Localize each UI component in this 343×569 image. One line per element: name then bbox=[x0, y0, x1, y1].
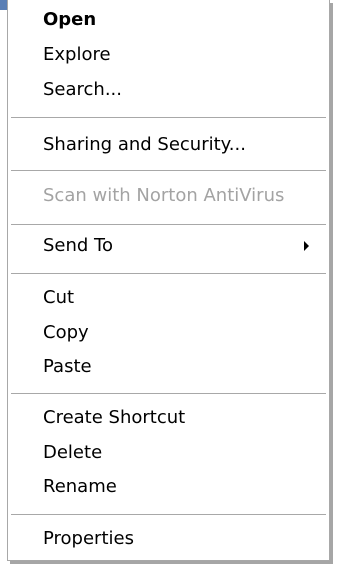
menu-separator bbox=[11, 117, 326, 118]
menu-item-copy[interactable]: Copy bbox=[8, 316, 329, 350]
menu-item-rename[interactable]: Rename bbox=[8, 470, 329, 504]
menu-item-delete[interactable]: Delete bbox=[8, 436, 329, 470]
menu-separator bbox=[11, 393, 326, 394]
menu-item-search[interactable]: Search... bbox=[8, 73, 329, 107]
submenu-arrow-icon bbox=[304, 241, 309, 251]
menu-item-send-to-label: Send To bbox=[43, 235, 114, 256]
menu-item-send-to[interactable]: Send To bbox=[8, 229, 329, 263]
context-menu: Open Explore Search... Sharing and Secur… bbox=[7, 0, 330, 561]
menu-separator bbox=[11, 273, 326, 274]
menu-item-scan-norton: Scan with Norton AntiVirus bbox=[43, 185, 285, 206]
menu-separator bbox=[11, 224, 326, 225]
menu-item-paste[interactable]: Paste bbox=[8, 350, 329, 384]
menu-item-open[interactable]: Open bbox=[8, 3, 329, 37]
menu-separator bbox=[11, 514, 326, 515]
menu-item-properties[interactable]: Properties bbox=[8, 522, 329, 556]
menu-item-explore[interactable]: Explore bbox=[8, 38, 329, 72]
menu-item-sharing-and-security[interactable]: Sharing and Security... bbox=[8, 128, 329, 162]
menu-separator bbox=[11, 170, 326, 171]
menu-item-create-shortcut[interactable]: Create Shortcut bbox=[8, 401, 329, 435]
menu-item-cut[interactable]: Cut bbox=[8, 281, 329, 315]
